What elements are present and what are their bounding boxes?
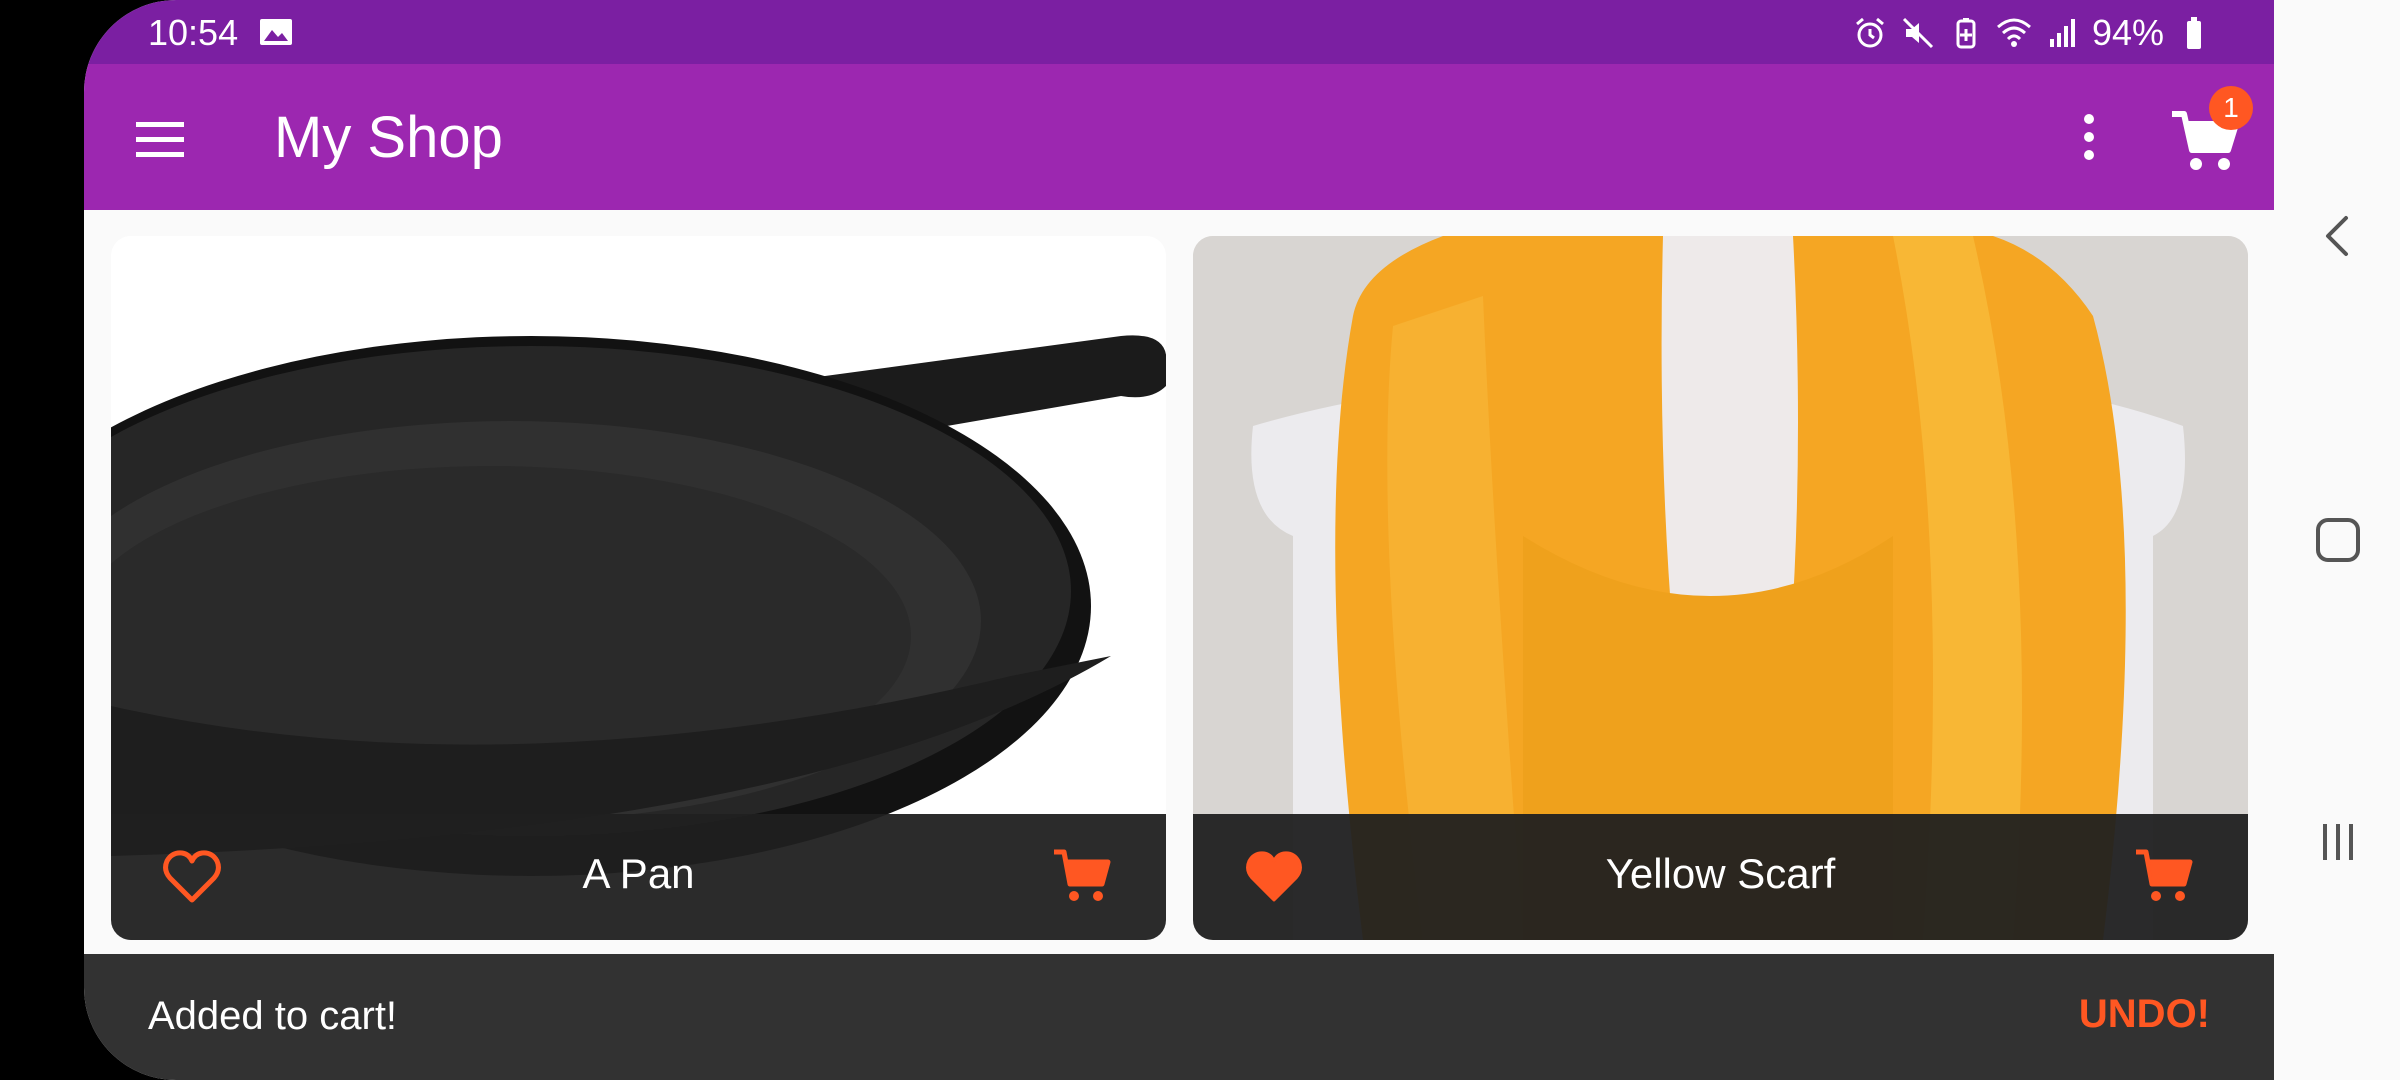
more-vert-icon[interactable] [2059,106,2119,168]
gallery-icon [260,19,292,45]
battery-icon [2187,17,2201,49]
hamburger-menu-icon[interactable] [126,112,198,168]
mute-icon [1902,17,1933,49]
card-footer: Yellow Scarf [1193,814,2248,940]
home-icon[interactable] [2310,512,2366,568]
status-bar: 10:54 94% [84,0,2274,64]
product-card[interactable]: A Pan [111,236,1166,940]
undo-button[interactable]: UNDO! [2079,992,2210,1037]
recents-icon[interactable] [2310,814,2366,870]
snackbar: Added to cart! UNDO! [84,954,2274,1080]
product-card[interactable]: Yellow Scarf [1193,236,2248,940]
status-time: 10:54 [148,12,239,53]
alarm-icon [1855,17,1884,48]
snackbar-message: Added to cart! [148,994,398,1038]
product-title: Yellow Scarf [1605,850,1836,897]
wifi-icon [1996,18,2031,47]
back-icon[interactable] [2314,208,2360,264]
status-icons: 94% [1852,12,2212,54]
add-to-cart-icon[interactable] [1050,844,1114,908]
signal-icon [2049,19,2075,47]
add-to-cart-icon[interactable] [2132,844,2196,908]
product-title: A Pan [582,850,695,897]
app-bar: My Shop 1 [84,64,2274,210]
system-nav-bar [2274,0,2400,1080]
cart-badge: 1 [2209,86,2253,130]
battery-saver-icon [1956,18,1976,49]
app-title: My Shop [274,105,503,170]
battery-percent: 94% [2091,12,2164,53]
card-footer: A Pan [111,814,1166,940]
app-screen: 10:54 94% My Shop 1 A Pan Yellow Scarf A… [84,0,2274,1080]
